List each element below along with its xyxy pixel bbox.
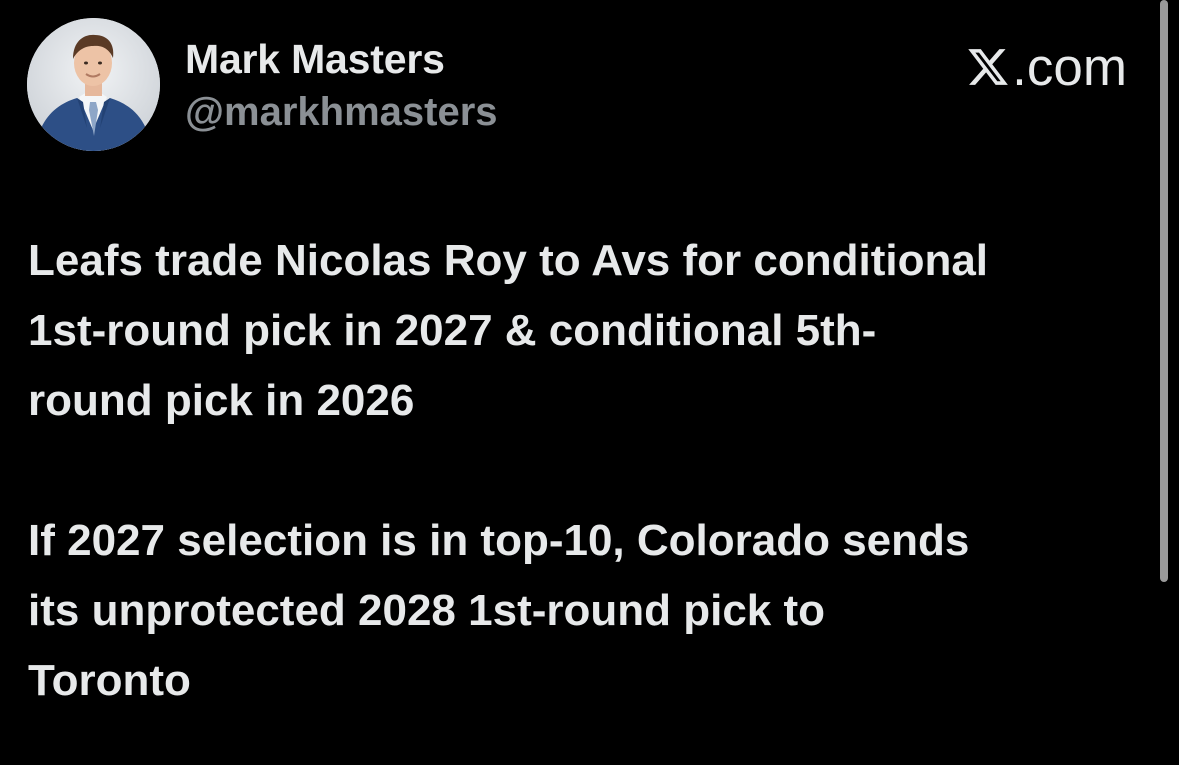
author-handle[interactable]: @markhmasters xyxy=(185,90,498,135)
author-display-name[interactable]: Mark Masters xyxy=(185,36,445,83)
tweet-card: Mark Masters @markhmasters .com Leafs tr… xyxy=(0,0,1179,765)
x-logo-icon xyxy=(968,48,1009,85)
profile-photo-icon xyxy=(27,18,160,151)
tweet-text: Leafs trade Nicolas Roy to Avs for condi… xyxy=(28,226,1153,716)
author-avatar[interactable] xyxy=(27,18,160,151)
x-domain-text: .com xyxy=(1012,38,1127,97)
tweet-paragraph: If 2027 selection is in top-10, Colorado… xyxy=(28,516,970,705)
x-brand[interactable]: .com xyxy=(966,38,1127,97)
tweet-paragraph: Leafs trade Nicolas Roy to Avs for condi… xyxy=(28,236,989,425)
scrollbar[interactable] xyxy=(1160,0,1168,582)
